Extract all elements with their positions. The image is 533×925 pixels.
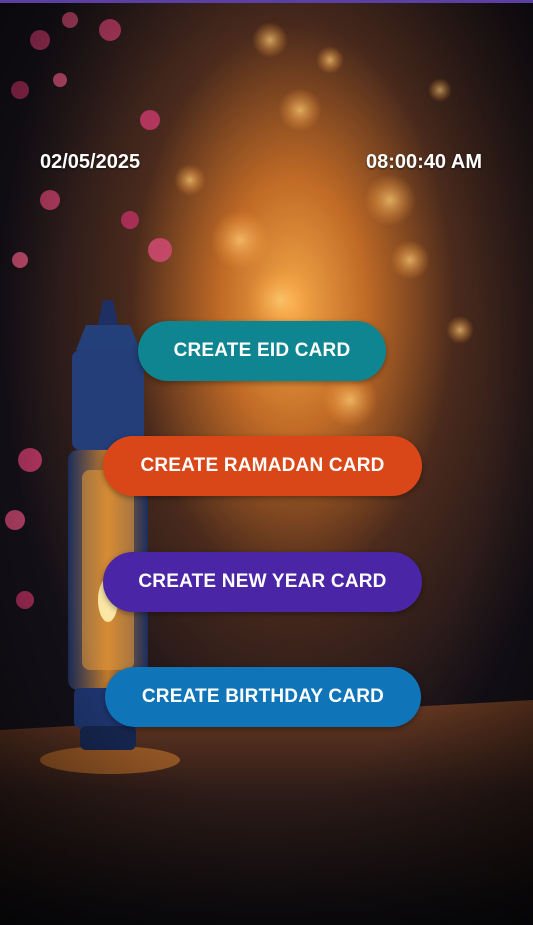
create-ramadan-card-button[interactable]: CREATE RAMADAN CARD (103, 436, 422, 496)
time-display: 08:00:40 AM (366, 151, 482, 173)
create-birthday-card-button[interactable]: CREATE BIRTHDAY CARD (105, 667, 421, 727)
top-accent-bar (0, 0, 533, 3)
create-new-year-card-button[interactable]: CREATE NEW YEAR CARD (103, 552, 422, 612)
create-eid-card-button[interactable]: CREATE EID CARD (138, 321, 386, 381)
date-display: 02/05/2025 (40, 151, 141, 173)
